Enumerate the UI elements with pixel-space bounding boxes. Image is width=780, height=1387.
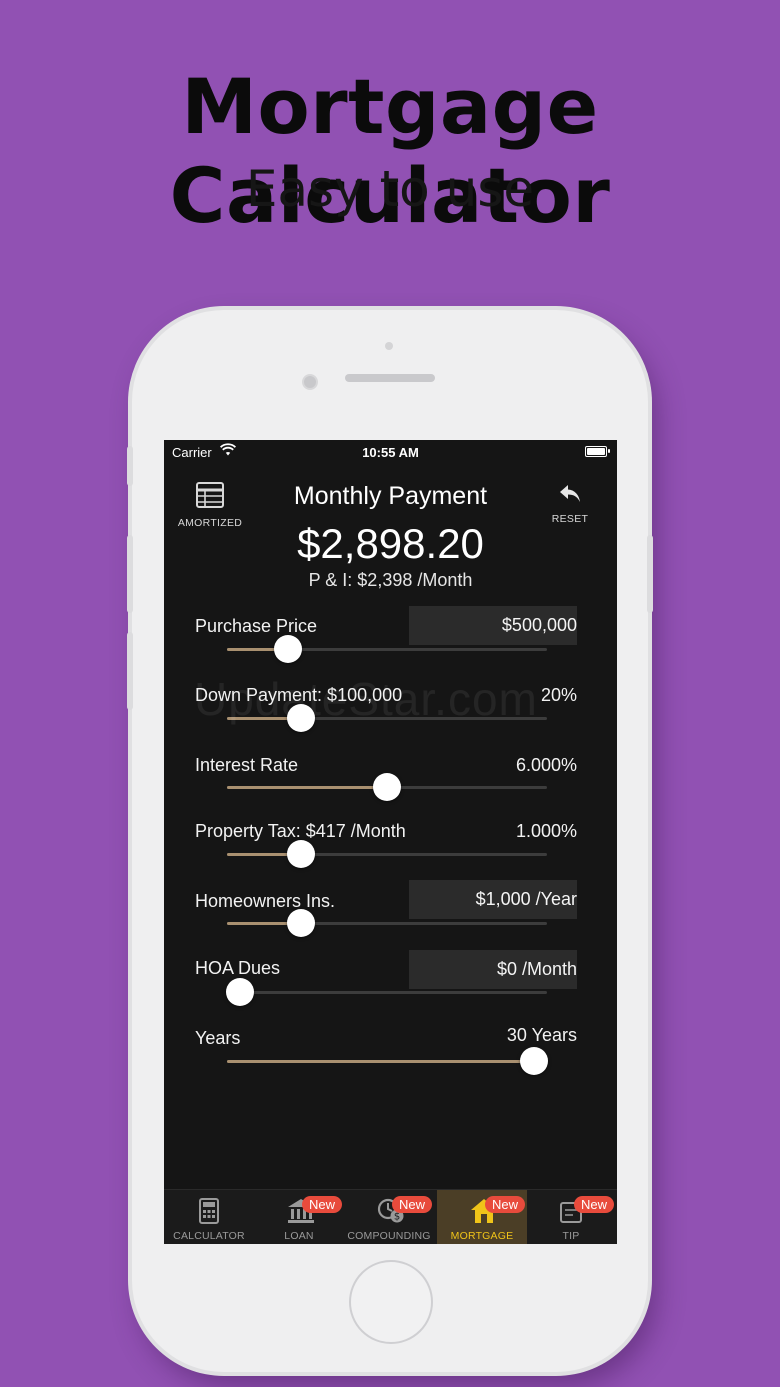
battery-icon: [585, 446, 610, 457]
tab-calculator[interactable]: CALCULATOR: [164, 1190, 254, 1244]
tab-mortgage[interactable]: New MORTGAGE: [437, 1190, 527, 1244]
monthly-payment-total: $2,898.20: [297, 520, 484, 567]
homeowners-ins-input[interactable]: $1,000 /Year: [409, 880, 577, 919]
undo-icon: [559, 485, 581, 508]
hoa-dues-value: $0 /Month: [496, 959, 577, 979]
tab-compounding[interactable]: $ New COMPOUNDING: [344, 1190, 434, 1244]
watermark-text: UpdateStar.com: [194, 673, 538, 725]
phone-side-button: [647, 535, 653, 613]
hoa-dues-input[interactable]: $0 /Month: [409, 950, 577, 989]
slider-thumb[interactable]: [286, 840, 315, 868]
slider-fill: [227, 786, 387, 789]
home-button[interactable]: [349, 1260, 433, 1344]
phone-side-button: [127, 632, 133, 710]
tab-loan[interactable]: New LOAN: [254, 1190, 344, 1244]
slider-fill: [227, 1060, 535, 1063]
slider-thumb[interactable]: [520, 1047, 549, 1075]
purchase-price-value: $500,000: [501, 615, 577, 635]
new-badge: New: [574, 1196, 615, 1213]
status-time: 10:55 AM: [362, 445, 419, 460]
tab-label: TIP: [562, 1230, 580, 1242]
interest-rate-slider[interactable]: [227, 773, 547, 801]
hoa-dues-slider[interactable]: [225, 978, 547, 1006]
purchase-price-slider[interactable]: [227, 635, 547, 663]
tab-bar: CALCULATOR New LOAN $ New COMPOUNDING Ne…: [164, 1189, 617, 1244]
homeowners-ins-value: $1,000 /Year: [475, 889, 577, 909]
new-badge: New: [302, 1196, 343, 1213]
hoa-dues-label: HOA Dues: [195, 958, 281, 978]
front-sensor: [385, 342, 393, 350]
reset-button[interactable]: RESET: [545, 484, 595, 525]
app-screen: Carrier 10:55 AM AMORTIZED Monthly Payme…: [164, 440, 617, 1244]
years-value: 30 Years: [506, 1025, 577, 1045]
phone-side-button: [127, 446, 133, 486]
tab-label: MORTGAGE: [450, 1230, 514, 1242]
tab-tip[interactable]: New TIP: [526, 1190, 616, 1244]
years-label: Years: [195, 1028, 241, 1048]
status-bar: Carrier 10:55 AM: [164, 440, 617, 464]
slider-thumb[interactable]: [286, 909, 315, 937]
down-payment-percent: 20%: [540, 685, 577, 705]
phone-side-button: [127, 535, 133, 613]
homeowners-ins-slider[interactable]: [227, 909, 547, 937]
property-tax-slider[interactable]: [227, 840, 547, 868]
purchase-price-input[interactable]: $500,000: [409, 606, 577, 645]
calculator-icon: [197, 1198, 221, 1224]
slider-thumb[interactable]: [373, 773, 401, 801]
interest-rate-value: 6.000%: [515, 755, 577, 775]
svg-text:$: $: [394, 1212, 400, 1223]
promo-subhead: Easy to use: [245, 160, 535, 218]
years-slider[interactable]: [227, 1047, 549, 1075]
homeowners-ins-label: Homeowners Ins.: [195, 891, 336, 911]
purchase-price-label: Purchase Price: [195, 616, 318, 636]
new-badge: New: [392, 1196, 433, 1213]
property-tax-label: Property Tax: $417 /Month: [195, 821, 406, 841]
slider-thumb[interactable]: [225, 978, 254, 1006]
interest-rate-label: Interest Rate: [195, 755, 299, 775]
front-camera: [302, 374, 318, 390]
slider-thumb[interactable]: [273, 635, 302, 663]
tab-label: CALCULATOR: [173, 1230, 245, 1242]
tab-label: COMPOUNDING: [347, 1230, 431, 1242]
tab-label: LOAN: [284, 1230, 314, 1242]
property-tax-value: 1.000%: [515, 821, 577, 841]
new-badge: New: [485, 1196, 526, 1213]
earpiece-speaker: [345, 374, 435, 382]
principal-interest-line: P & I: $2,398 /Month: [308, 570, 473, 590]
